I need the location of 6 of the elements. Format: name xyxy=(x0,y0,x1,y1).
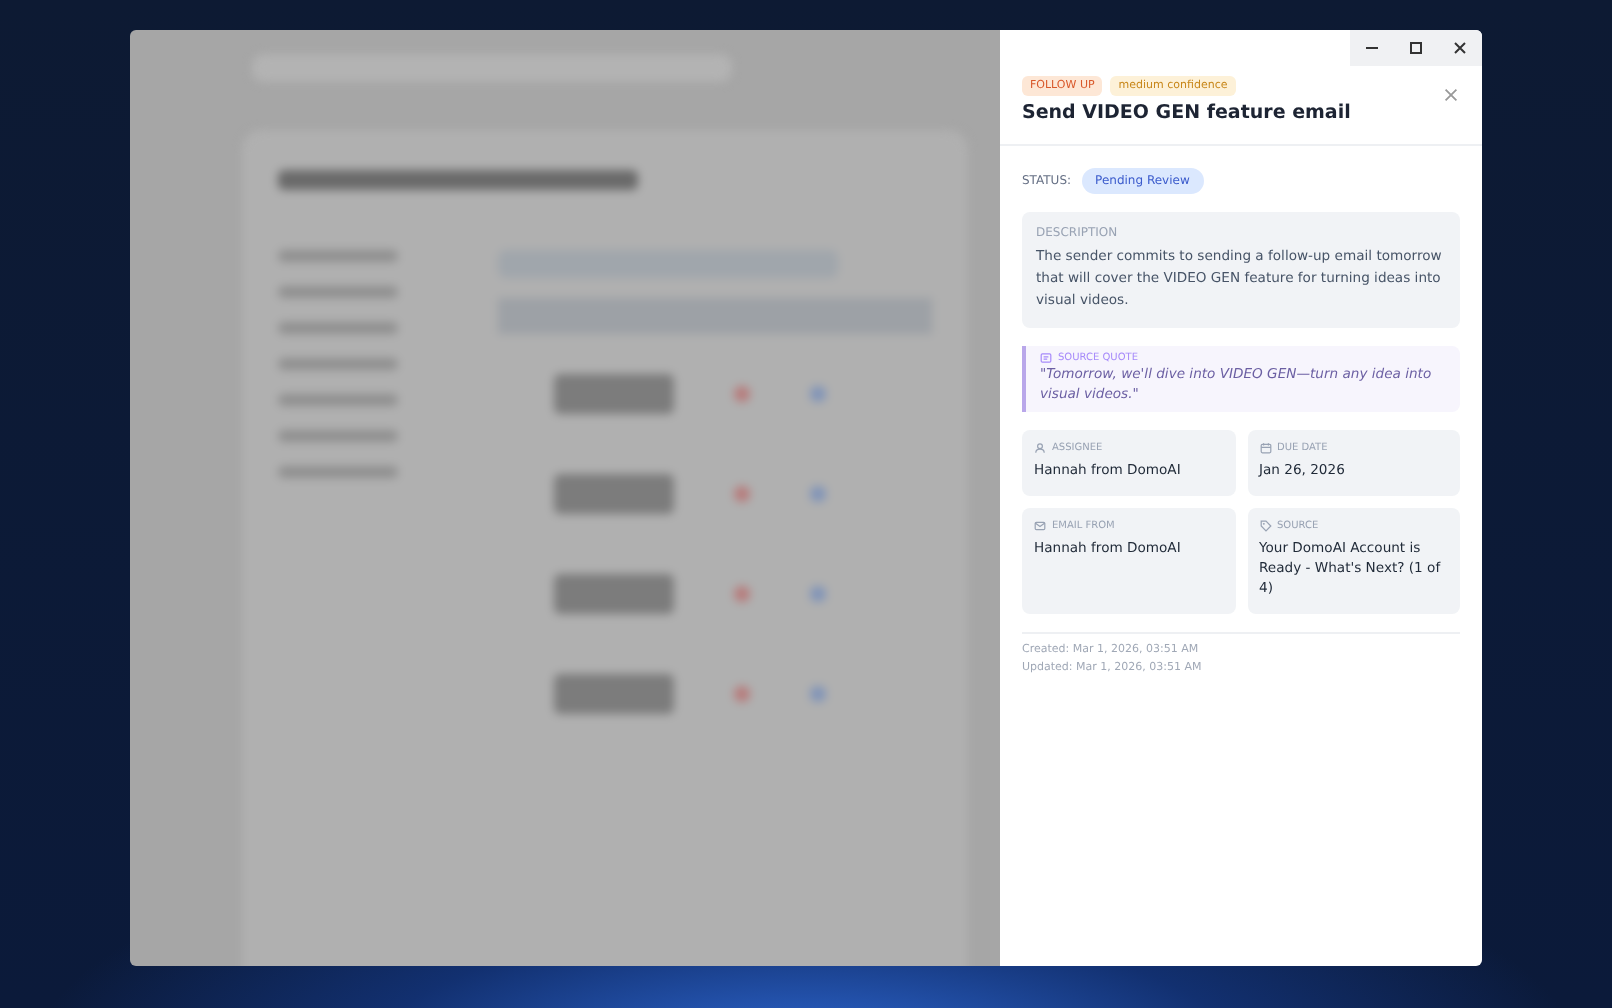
tag-icon xyxy=(1259,520,1271,532)
person-icon xyxy=(1034,442,1046,454)
quote-icon xyxy=(1040,352,1052,364)
calendar-icon xyxy=(1259,442,1271,454)
mail-icon xyxy=(1034,520,1046,532)
task-title: Send VIDEO GEN feature email xyxy=(1022,102,1351,124)
